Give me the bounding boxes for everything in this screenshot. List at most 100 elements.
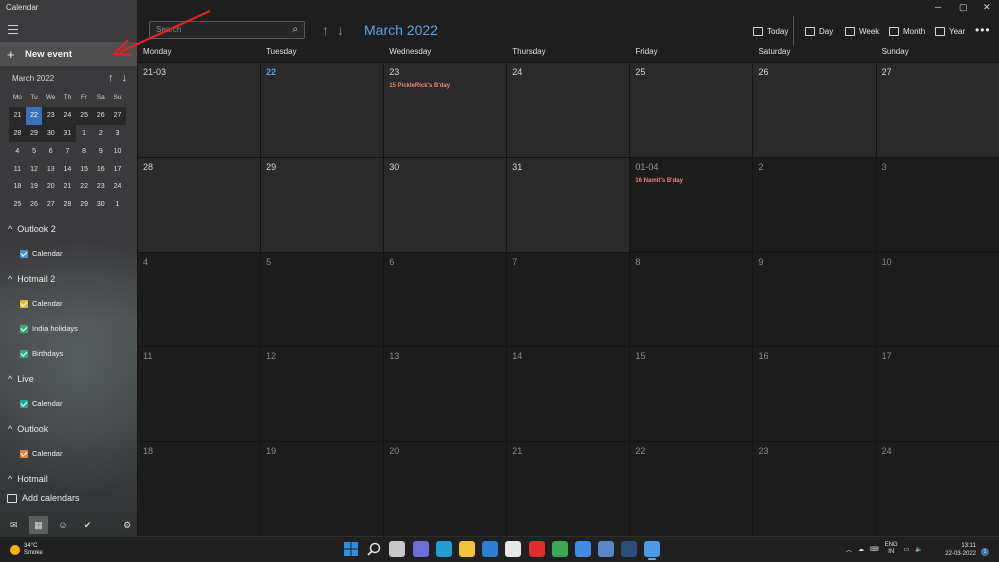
mini-day[interactable]: 8 bbox=[76, 142, 93, 160]
day-cell[interactable]: 8 bbox=[629, 252, 753, 347]
settings-icon[interactable]: ⚙ bbox=[117, 516, 137, 534]
day-cell[interactable]: 17 bbox=[875, 347, 999, 442]
calendar-toggle[interactable]: India holidays bbox=[20, 324, 78, 333]
mini-day[interactable]: 12 bbox=[26, 160, 43, 178]
mini-day[interactable]: 21 bbox=[59, 178, 76, 196]
teams-chat-icon[interactable] bbox=[412, 541, 429, 557]
account-header[interactable]: ^ Hotmail 2 bbox=[8, 274, 55, 284]
cloud-icon[interactable]: ☁ bbox=[858, 546, 864, 553]
mini-day[interactable]: 22 bbox=[25, 106, 43, 125]
event-item[interactable]: 15 PickleRick's B'day bbox=[389, 83, 501, 89]
mini-day[interactable]: 9 bbox=[92, 142, 109, 160]
day-cell[interactable]: 9 bbox=[752, 252, 876, 347]
calendar-toggle[interactable]: Calendar bbox=[20, 449, 62, 458]
mini-day[interactable]: 16 bbox=[92, 160, 109, 178]
network-icon[interactable]: ▭ bbox=[904, 546, 910, 553]
account-header[interactable]: ^ Live bbox=[8, 374, 34, 384]
mini-day[interactable]: 23 bbox=[92, 178, 109, 196]
checkbox-icon[interactable] bbox=[20, 324, 28, 333]
account-header[interactable]: ^ Outlook 2 bbox=[8, 224, 56, 234]
edge-browser-icon[interactable] bbox=[435, 541, 452, 557]
mini-day[interactable]: 10 bbox=[109, 142, 126, 160]
mini-day[interactable]: 27 bbox=[109, 106, 126, 125]
chrome-browser-icon[interactable] bbox=[551, 541, 568, 557]
day-cell[interactable]: 23 15 PickleRick's B'day bbox=[383, 63, 507, 157]
file-explorer-icon[interactable] bbox=[458, 541, 475, 557]
search-icon[interactable] bbox=[366, 541, 382, 557]
calendar-icon[interactable]: ▦ bbox=[28, 516, 49, 534]
previous-month-arrow-icon[interactable]: ↑ bbox=[322, 22, 329, 38]
mini-day[interactable]: 24 bbox=[59, 106, 76, 125]
checkbox-icon[interactable] bbox=[20, 399, 28, 408]
minimize-icon[interactable]: ─ bbox=[935, 2, 941, 12]
checkbox-icon[interactable] bbox=[20, 299, 28, 308]
mini-prev-month-arrow-icon[interactable]: ↑ bbox=[108, 72, 114, 84]
account-header[interactable]: ^ Hotmail bbox=[8, 474, 48, 484]
new-event-button[interactable]: + New event bbox=[0, 42, 137, 66]
mail-icon[interactable]: ✉ bbox=[4, 516, 24, 534]
clock[interactable]: 13:11 22-03-2022 bbox=[942, 542, 976, 558]
day-cell[interactable]: 29 bbox=[260, 157, 384, 252]
mini-day[interactable]: 24 bbox=[109, 178, 126, 196]
day-cell[interactable]: 16 bbox=[752, 347, 876, 442]
mini-day[interactable]: 11 bbox=[9, 160, 26, 178]
calendar-app-icon[interactable] bbox=[644, 541, 661, 560]
mini-day[interactable]: 31 bbox=[59, 124, 76, 143]
steam-icon[interactable] bbox=[621, 541, 638, 557]
day-cell[interactable]: 19 bbox=[260, 442, 384, 536]
mini-day[interactable]: 22 bbox=[76, 178, 93, 196]
task-view-icon[interactable] bbox=[389, 541, 406, 557]
mini-day[interactable]: 5 bbox=[26, 142, 43, 160]
mini-day[interactable]: 20 bbox=[42, 178, 59, 196]
day-cell[interactable]: 20 bbox=[383, 442, 507, 536]
day-cell[interactable]: 22 bbox=[260, 63, 384, 157]
calendar-toggle[interactable]: Birthdays bbox=[20, 349, 63, 358]
calendar-toggle[interactable]: Calendar bbox=[20, 399, 62, 408]
day-cell[interactable]: 10 bbox=[875, 252, 999, 347]
more-options-icon[interactable]: ••• bbox=[975, 23, 991, 37]
mini-day[interactable]: 30 bbox=[92, 196, 109, 214]
day-cell[interactable]: 5 bbox=[260, 252, 384, 347]
day-cell[interactable]: 4 bbox=[137, 252, 261, 347]
day-cell[interactable]: 21-03 bbox=[137, 63, 261, 157]
store-icon[interactable] bbox=[505, 541, 522, 557]
day-cell[interactable]: 12 bbox=[260, 347, 384, 442]
week-view-button[interactable]: Week bbox=[845, 24, 879, 38]
day-cell[interactable]: 7 bbox=[506, 252, 630, 347]
maximize-icon[interactable]: ▢ bbox=[959, 2, 968, 13]
mini-day[interactable]: 28 bbox=[9, 124, 26, 143]
mini-day[interactable]: 23 bbox=[42, 106, 60, 125]
notification-badge[interactable]: 1 bbox=[981, 548, 989, 556]
month-title[interactable]: March 2022 bbox=[364, 22, 438, 38]
account-header[interactable]: ^ Outlook bbox=[8, 424, 48, 434]
day-cell[interactable]: 11 bbox=[137, 347, 261, 442]
mini-day[interactable]: 29 bbox=[76, 196, 93, 214]
day-cell[interactable]: 24 bbox=[506, 63, 630, 157]
opera-browser-icon[interactable] bbox=[528, 541, 545, 557]
files-app-icon[interactable] bbox=[574, 541, 591, 557]
weather-widget[interactable]: 34°C Smoke bbox=[10, 543, 43, 557]
mini-day[interactable]: 25 bbox=[9, 196, 26, 214]
mini-day[interactable]: 26 bbox=[92, 106, 110, 125]
mini-day[interactable]: 1 bbox=[76, 125, 93, 143]
mini-day[interactable]: 27 bbox=[42, 196, 59, 214]
day-cell[interactable]: 2 bbox=[752, 157, 876, 252]
mini-day[interactable]: 28 bbox=[59, 196, 76, 214]
mini-day[interactable]: 3 bbox=[109, 125, 126, 143]
mini-calendar-title[interactable]: March 2022 bbox=[12, 74, 54, 83]
mini-day[interactable]: 13 bbox=[42, 160, 59, 178]
year-view-button[interactable]: Year bbox=[935, 24, 965, 38]
calendar-toggle[interactable]: Calendar bbox=[20, 299, 62, 308]
day-cell[interactable]: 25 bbox=[629, 63, 753, 157]
day-cell[interactable]: 15 bbox=[629, 347, 753, 442]
mini-day[interactable]: 26 bbox=[26, 196, 43, 214]
search-input[interactable]: Search ⌕ bbox=[149, 21, 305, 39]
close-icon[interactable]: ✕ bbox=[983, 2, 991, 13]
language-indicator[interactable]: ENG IN bbox=[885, 542, 898, 556]
windows-start-icon[interactable] bbox=[343, 541, 359, 557]
qbittorrent-icon[interactable] bbox=[598, 541, 615, 557]
people-icon[interactable]: ☺ bbox=[53, 516, 73, 534]
checkbox-icon[interactable] bbox=[20, 249, 28, 258]
day-cell[interactable]: 13 bbox=[383, 347, 507, 442]
mini-day[interactable]: 7 bbox=[59, 142, 76, 160]
